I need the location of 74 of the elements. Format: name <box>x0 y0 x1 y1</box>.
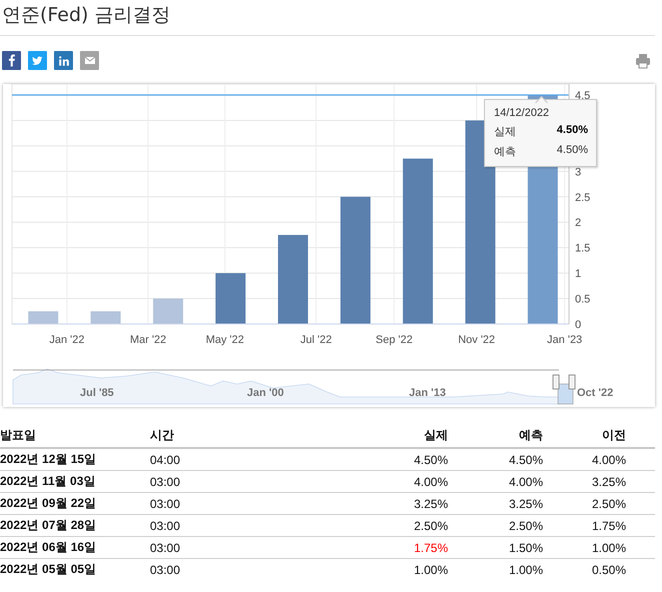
bar <box>28 311 58 324</box>
x-axis-label: May '22 <box>206 334 244 346</box>
navigator-handle[interactable] <box>568 374 576 390</box>
page-title: 연준(Fed) 금리결정 <box>1 3 172 28</box>
x-axis-label: Mar '22 <box>130 334 166 346</box>
table-cell-text: 1.00% <box>590 540 626 554</box>
y-axis-label: 1 <box>575 268 582 280</box>
tooltip-label: 실제 <box>494 125 516 139</box>
table-cell-text: 3.25% <box>590 474 626 488</box>
navigator-label: Jul '85 <box>80 387 114 399</box>
tooltip-date: 14/12/2022 <box>494 107 550 119</box>
navigator-label: Jan '13 <box>409 387 446 399</box>
y-axis-label: 3 <box>575 166 582 178</box>
bird-icon <box>32 56 43 65</box>
navigator-label: Oct '22 <box>577 387 614 399</box>
column-header: 실제 <box>423 427 448 444</box>
share-button[interactable] <box>28 51 47 70</box>
bar <box>153 298 184 324</box>
table-cell-text: 03:00 <box>150 562 182 576</box>
x-axis-label: Sep '22 <box>376 334 413 346</box>
table-cell-text: 03:00 <box>150 518 182 532</box>
x-axis-label: Jan '22 <box>49 334 85 346</box>
navigator-label: Jan '00 <box>247 387 284 399</box>
bar <box>216 273 246 324</box>
table-cell-text: 0.50% <box>590 562 626 576</box>
table-cell-text: 03:00 <box>150 474 182 488</box>
column-header: 발표일 <box>0 427 37 444</box>
y-axis-label: 0 <box>575 319 582 331</box>
table-cell-text: 4.50% <box>412 452 448 466</box>
x-axis-label: Nov '22 <box>458 334 496 346</box>
table-cell-text: 03:00 <box>150 540 182 554</box>
column-header: 이전 <box>601 427 626 444</box>
bar <box>90 311 121 324</box>
table-cell-text: 2022년 11월 03일 <box>0 473 96 490</box>
table-cell-text: 2022년 06월 16일 <box>0 539 98 556</box>
x-axis-label: Jan '23 <box>547 334 582 346</box>
table-cell-text: 4.00% <box>590 452 626 466</box>
print-icon[interactable] <box>635 52 651 68</box>
table-cell-text: 4.00% <box>412 474 448 488</box>
x-axis-label: Jul '22 <box>300 334 332 346</box>
table-cell-text: 2022년 05월 05일 <box>0 561 98 578</box>
facebook-icon <box>8 54 16 67</box>
table-cell-text: 03:00 <box>150 496 182 510</box>
table-cell-text: 1.75% <box>412 540 448 554</box>
table-cell-text: 1.00% <box>508 562 543 576</box>
table-cell-text: 1.00% <box>412 562 448 576</box>
table-cell-text: 4.00% <box>508 474 543 488</box>
table-cell-text: 2022년 12월 15일 <box>0 451 98 468</box>
share-button[interactable] <box>54 51 73 70</box>
linkedin-icon <box>58 56 68 66</box>
y-axis-label: 2 <box>575 217 582 230</box>
table-cell-text: 4.50% <box>508 452 543 466</box>
y-axis-label: 4.5 <box>575 90 590 102</box>
tooltip-label: 예측 <box>494 145 516 159</box>
column-header: 예측 <box>518 427 543 444</box>
table-cell-text: 1.50% <box>508 540 543 554</box>
table-cell-text: 3.25% <box>412 496 448 510</box>
y-axis-label: 2.5 <box>575 192 590 204</box>
column-header: 시간 <box>150 427 175 444</box>
y-axis-label: 1.5 <box>575 242 590 255</box>
navigator-handle[interactable] <box>552 374 560 390</box>
table-cell-text: 3.25% <box>508 496 543 510</box>
share-button[interactable] <box>2 51 21 70</box>
tooltip-value: 4.50% <box>556 124 588 138</box>
table-cell-text: 2022년 07월 28일 <box>0 517 98 534</box>
y-axis-label: 0.5 <box>575 294 590 306</box>
table-cell-text: 2.50% <box>412 518 448 532</box>
envelope-icon <box>84 57 94 64</box>
tooltip-value: 4.50% <box>556 144 588 158</box>
table-cell-text: 2.50% <box>508 518 543 532</box>
table-cell-text: 2022년 09월 22일 <box>0 495 98 512</box>
table-cell-text: 2.50% <box>590 496 626 510</box>
table-cell-text: 1.75% <box>590 518 626 532</box>
table-cell-text: 04:00 <box>150 452 182 466</box>
